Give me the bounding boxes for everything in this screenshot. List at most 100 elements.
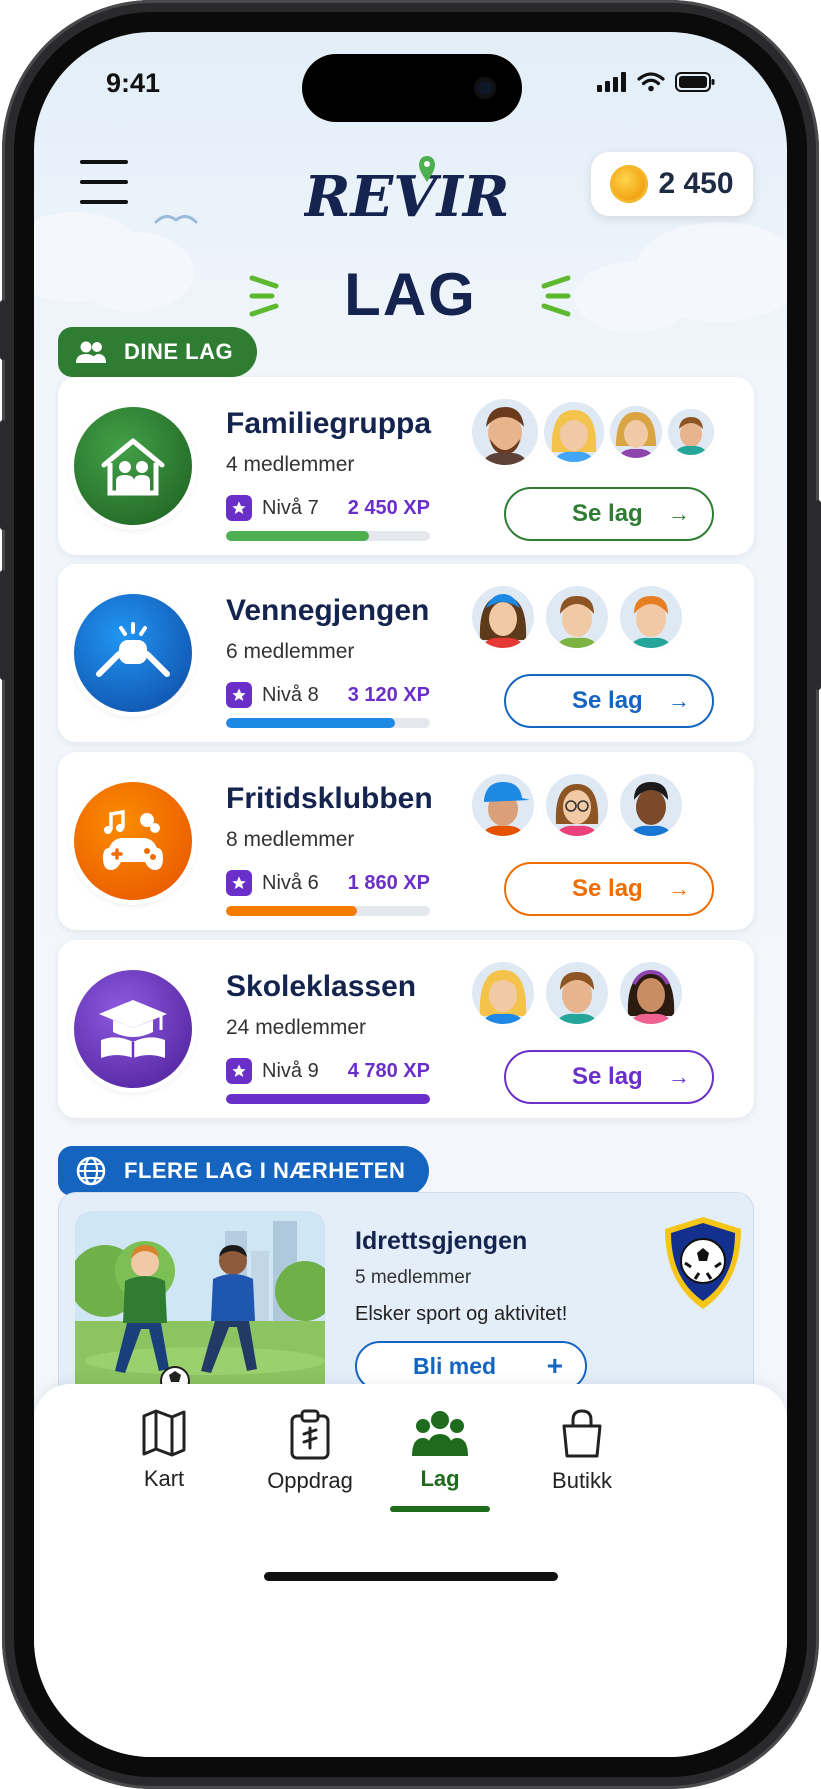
menu-button[interactable]: [80, 160, 128, 204]
team-xp: 3 120 XP: [347, 683, 430, 706]
menu-icon: [80, 180, 128, 184]
see-team-button[interactable]: Se lag →: [504, 674, 714, 728]
level-row: Nivå 7 2 450 XP: [226, 493, 430, 523]
house-family-icon: [74, 407, 192, 525]
section-label: FLERE LAG I NÆRHETEN: [124, 1158, 406, 1183]
avatar: [472, 399, 538, 465]
title-spark-right: [541, 275, 571, 317]
arrow-right-icon: →: [668, 1064, 690, 1089]
see-team-button[interactable]: Se lag →: [504, 862, 714, 916]
home-indicator: [264, 1572, 558, 1581]
team-xp: 4 780 XP: [347, 1059, 430, 1082]
clipboard-icon: [290, 1409, 330, 1460]
revir-logo: REVIR: [304, 156, 509, 230]
section-header-dine-lag: DINE LAG: [58, 327, 258, 377]
section-label: DINE LAG: [124, 339, 234, 364]
coin-balance[interactable]: 2 450: [591, 152, 753, 216]
globe-icon: [72, 1152, 110, 1190]
bottom-navigation: Kart Oppdrag Lag Butikk: [34, 1384, 787, 1757]
xp-progress-fill: [226, 1094, 430, 1104]
battery-icon: [675, 72, 715, 92]
team-card-familiegruppa[interactable]: Familiegruppa 4 medlemmer Nivå 7 2 450 X…: [58, 377, 754, 555]
team-name: Familiegruppa: [226, 407, 432, 440]
star-icon: [226, 682, 252, 708]
nearby-team-card[interactable]: Idrettsgjengen 5 medlemmer Elsker sport …: [58, 1192, 754, 1412]
arrow-right-icon: →: [668, 501, 690, 526]
button-label: Bli med: [413, 1352, 497, 1379]
avatar: [668, 409, 714, 455]
star-icon: [226, 1058, 252, 1084]
level-row: Nivå 9 4 780 XP: [226, 1056, 430, 1086]
front-camera: [474, 77, 496, 99]
people-icon: [72, 333, 110, 371]
avatar: [546, 774, 608, 836]
wifi-icon: [637, 72, 665, 92]
team-card-skoleklassen[interactable]: Skoleklassen 24 medlemmer Nivå 9 4 780 X…: [58, 940, 754, 1118]
team-name: Fritidsklubben: [226, 782, 433, 815]
team-name: Skoleklassen: [226, 970, 417, 1003]
avatar: [546, 962, 608, 1024]
nav-label: Lag: [420, 1466, 460, 1491]
nearby-team-name: Idrettsgjengen: [355, 1227, 528, 1255]
avatar: [472, 774, 534, 836]
button-label: Se lag: [572, 875, 643, 902]
xp-progress-fill: [226, 531, 369, 541]
menu-icon: [80, 200, 128, 204]
status-time: 9:41: [106, 68, 161, 98]
nearby-team-member-count: 5 medlemmer: [355, 1267, 472, 1288]
graduation-cap-icon: [74, 970, 192, 1088]
section-header-nearby: FLERE LAG I NÆRHETEN: [58, 1146, 430, 1196]
button-label: Se lag: [572, 1063, 643, 1090]
star-icon: [226, 870, 252, 896]
bird-icon: [154, 215, 198, 224]
see-team-button[interactable]: Se lag →: [504, 487, 714, 541]
team-xp: 1 860 XP: [347, 871, 430, 894]
avatar: [620, 774, 682, 836]
nav-item-oppdrag[interactable]: Oppdrag: [240, 1408, 380, 1494]
team-card-fritidsklubben[interactable]: Fritidsklubben 8 medlemmer Nivå 6 1 860 …: [58, 752, 754, 930]
see-team-button[interactable]: Se lag →: [504, 1050, 714, 1104]
star-icon: [226, 495, 252, 521]
xp-progress-bar: [226, 718, 430, 728]
avatar: [472, 962, 534, 1024]
phone-side-button: [0, 300, 6, 360]
team-level: Nivå 8: [262, 683, 319, 706]
nav-active-indicator: [390, 1506, 490, 1512]
plus-icon: +: [546, 1350, 563, 1381]
team-member-count: 6 medlemmer: [226, 640, 355, 663]
dynamic-island: [302, 54, 522, 122]
team-member-count: 4 medlemmer: [226, 453, 355, 476]
team-photo-soccer-kids: [75, 1211, 325, 1401]
people-icon: [412, 1411, 468, 1456]
avatar: [610, 406, 662, 458]
team-level: Nivå 6: [262, 871, 319, 894]
page-title: LAG: [344, 261, 477, 328]
xp-progress-fill: [226, 718, 396, 728]
nav-label: Butikk: [552, 1468, 612, 1493]
phone-volume-down-button: [0, 570, 6, 680]
signal-icon: [597, 72, 626, 92]
team-level: Nivå 7: [262, 496, 319, 519]
phone-volume-up-button: [0, 420, 6, 530]
nav-item-kart[interactable]: Kart: [94, 1408, 234, 1492]
xp-progress-fill: [226, 906, 357, 916]
member-avatars: [472, 774, 682, 836]
menu-icon: [80, 160, 128, 164]
team-member-count: 8 medlemmer: [226, 828, 355, 851]
xp-progress-bar: [226, 531, 430, 541]
soccer-shield-icon: [665, 1217, 741, 1309]
nav-item-butikk[interactable]: Butikk: [512, 1408, 652, 1494]
team-xp: 2 450 XP: [347, 496, 430, 519]
nav-label: Kart: [143, 1466, 185, 1491]
xp-progress-bar: [226, 906, 430, 916]
team-member-count: 24 medlemmer: [226, 1016, 367, 1039]
avatar: [544, 402, 604, 462]
shopping-bag-icon: [562, 1409, 602, 1458]
xp-progress-bar: [226, 1094, 430, 1104]
avatar: [620, 962, 682, 1024]
team-card-vennegjengen[interactable]: Vennegjengen 6 medlemmer Nivå 8 3 120 XP…: [58, 564, 754, 742]
nearby-team-description: Elsker sport og aktivitet!: [355, 1303, 568, 1325]
avatar: [472, 586, 534, 648]
app-screen: 9:41 REVIR 2 450 LAG DINE LAG Familiegru…: [34, 32, 787, 1757]
nav-item-lag[interactable]: Lag: [370, 1408, 510, 1492]
